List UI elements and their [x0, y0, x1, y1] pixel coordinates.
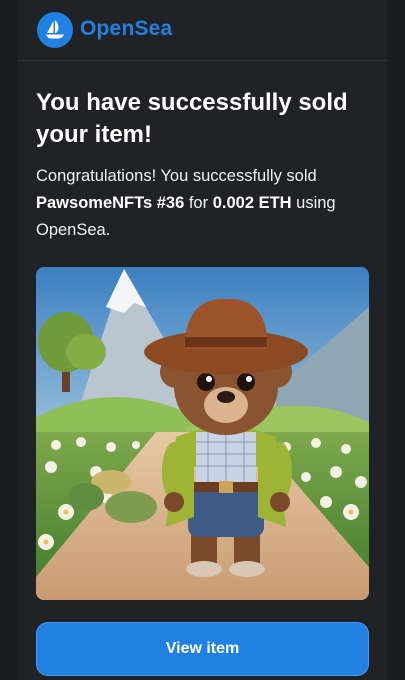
for-text: for	[184, 194, 213, 212]
opensea-logo-icon	[37, 12, 73, 48]
sale-price: 0.002 ETH	[212, 194, 292, 212]
brand-name: OpenSea	[80, 17, 173, 40]
intro-text: Congratulations! You successfully sold	[36, 167, 317, 185]
page-title: You have successfully sold your item!	[36, 89, 348, 148]
view-item-button[interactable]: View item	[36, 622, 369, 676]
item-name: PawsomeNFTs #36	[36, 194, 185, 212]
email-header: OpenSea	[18, 0, 387, 61]
nft-image[interactable]	[36, 267, 369, 600]
sale-confirmation-text: Congratulations! You successfully sold P…	[36, 163, 376, 244]
